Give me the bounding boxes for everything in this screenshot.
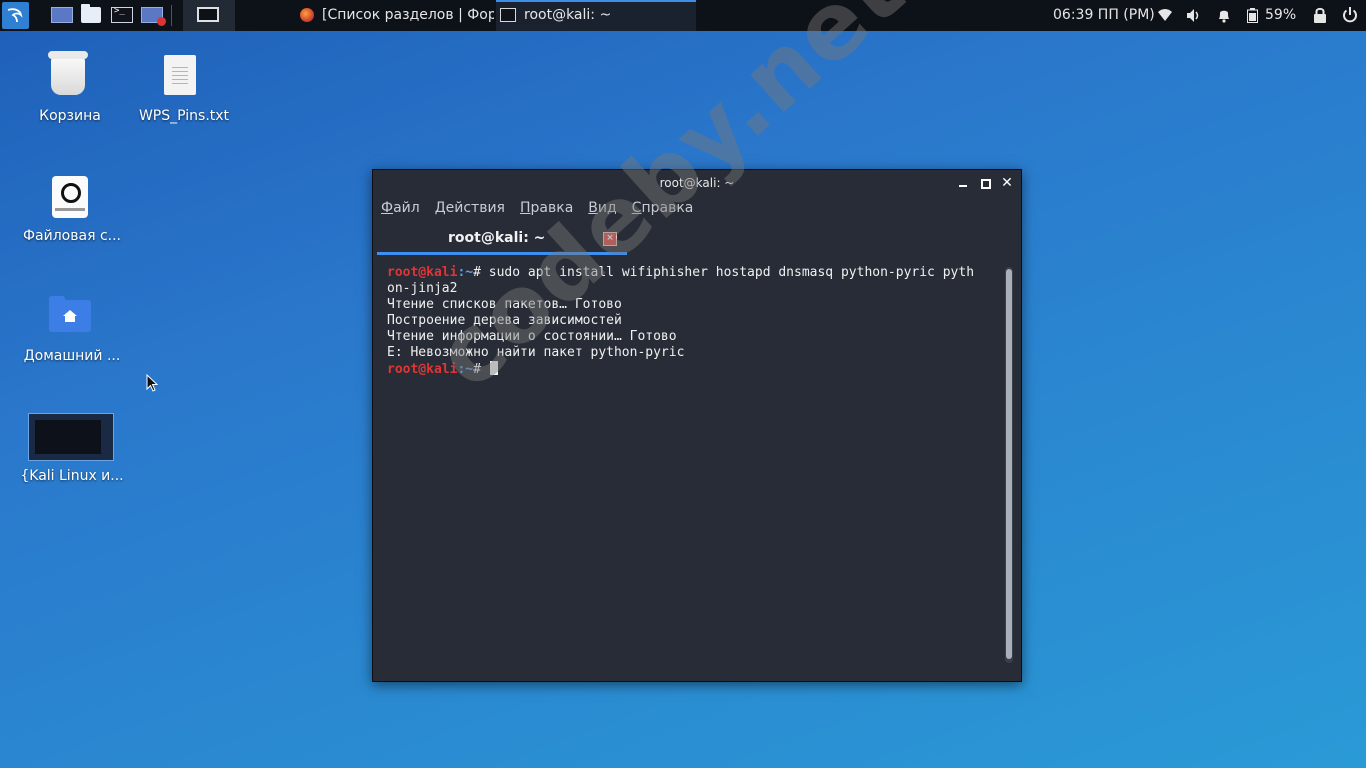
- wifi-icon[interactable]: [1157, 8, 1173, 22]
- panel-separator: [171, 5, 172, 26]
- menu-file[interactable]: Файл: [381, 200, 420, 216]
- home-folder-icon: [49, 296, 91, 332]
- close-icon[interactable]: ✕: [1000, 176, 1014, 190]
- file-manager-icon[interactable]: [81, 4, 101, 23]
- screen-recorder-icon[interactable]: [141, 7, 166, 26]
- terminal-launcher-icon[interactable]: [111, 6, 133, 23]
- desktop-icon-label: {Kali Linux и...: [20, 468, 124, 484]
- battery-icon[interactable]: [1247, 8, 1258, 23]
- text-file-icon: [164, 55, 196, 95]
- terminal-output[interactable]: root@kali:~# sudo apt install wifiphishe…: [387, 265, 997, 665]
- desktop-icon-label: Корзина: [39, 108, 101, 124]
- desktop-icon-wps-pins[interactable]: WPS_Pins.txt: [126, 45, 236, 130]
- menu-edit[interactable]: Правка: [520, 200, 573, 216]
- tab-terminal[interactable]: root@kali: ~ ×: [377, 224, 627, 255]
- terminal-window[interactable]: root@kali: ~ ✕ Файл Действия Правка Вид Спра…: [372, 169, 1022, 682]
- prompt-path: :~: [457, 265, 474, 280]
- menu-help[interactable]: Справка: [632, 200, 694, 216]
- text-cursor: [489, 361, 498, 375]
- terminal-icon: [500, 8, 516, 22]
- terminal-line: E: Невозможно найти пакет python-pyric: [387, 345, 685, 360]
- prompt-path: :~: [457, 362, 474, 377]
- scrollbar[interactable]: [1005, 267, 1013, 663]
- taskbar-item-terminal[interactable]: root@kali: ~: [496, 0, 696, 31]
- desktop-icon-label: WPS_Pins.txt: [138, 108, 230, 124]
- terminal-line: Построение дерева зависимостей: [387, 313, 622, 328]
- desktop-icon-trash[interactable]: Корзина: [15, 45, 125, 130]
- drive-icon: [52, 176, 88, 218]
- desktop-icon-filesystem[interactable]: Файловая с...: [15, 176, 125, 251]
- clock[interactable]: 06:39 ПП (PM): [1053, 0, 1155, 31]
- menu-actions[interactable]: Действия: [435, 200, 505, 216]
- terminal-line: root@kali:~#: [387, 361, 997, 378]
- tab-bar: root@kali: ~ ×: [373, 224, 1021, 255]
- prompt-user: root@kali: [387, 362, 458, 377]
- prompt-symbol: #: [473, 265, 489, 280]
- mouse-pointer-icon: [146, 374, 158, 392]
- volume-icon[interactable]: [1186, 8, 1202, 23]
- terminal-line: Чтение информации о состоянии… Готово: [387, 329, 677, 344]
- window-title[interactable]: root@kali: ~: [373, 170, 1021, 198]
- video-thumbnail-icon: [28, 413, 114, 461]
- battery-percent: 59%: [1265, 7, 1297, 23]
- notifications-icon[interactable]: [1217, 8, 1231, 23]
- trash-icon: [48, 51, 88, 95]
- terminal-line: on-jinja2: [387, 281, 458, 296]
- power-icon[interactable]: [1342, 6, 1358, 24]
- command-text: sudo apt install wifiphisher hostapd dns…: [488, 265, 975, 280]
- show-desktop-icon[interactable]: [51, 7, 73, 23]
- menu-bar: Файл Действия Правка Вид Справка: [381, 200, 708, 222]
- desktop-icon-label: Файловая с...: [23, 228, 121, 244]
- task-title: [Список разделов | Фор...: [322, 7, 494, 23]
- desktop-icon-label: Домашний ...: [23, 348, 121, 364]
- lock-screen-icon[interactable]: [1313, 7, 1327, 23]
- firefox-icon: [300, 8, 314, 22]
- menu-view[interactable]: Вид: [588, 200, 616, 216]
- taskbar-item-browser[interactable]: [Список разделов | Фор...: [298, 0, 494, 31]
- top-panel: [Список разделов | Фор... root@kali: ~ 0…: [0, 0, 1366, 31]
- workspace-switcher[interactable]: [183, 0, 235, 31]
- tab-close-icon[interactable]: ×: [603, 232, 617, 246]
- prompt-symbol: #: [473, 362, 489, 377]
- prompt-user: root@kali: [387, 265, 458, 280]
- maximize-icon[interactable]: [978, 176, 992, 190]
- kali-menu-button[interactable]: [2, 2, 29, 29]
- desktop-icon-kali-video[interactable]: {Kali Linux и...: [15, 405, 125, 490]
- desktop-icon-home[interactable]: Домашний ...: [15, 290, 125, 370]
- scrollbar-thumb[interactable]: [1006, 269, 1012, 659]
- terminal-line: root@kali:~# sudo apt install wifiphishe…: [387, 265, 997, 281]
- task-title: root@kali: ~: [524, 7, 612, 23]
- kali-dragon-icon: [7, 8, 23, 23]
- minimize-icon[interactable]: [956, 176, 970, 190]
- terminal-line: Чтение списков пакетов… Готово: [387, 297, 622, 312]
- tab-label: root@kali: ~: [448, 230, 546, 246]
